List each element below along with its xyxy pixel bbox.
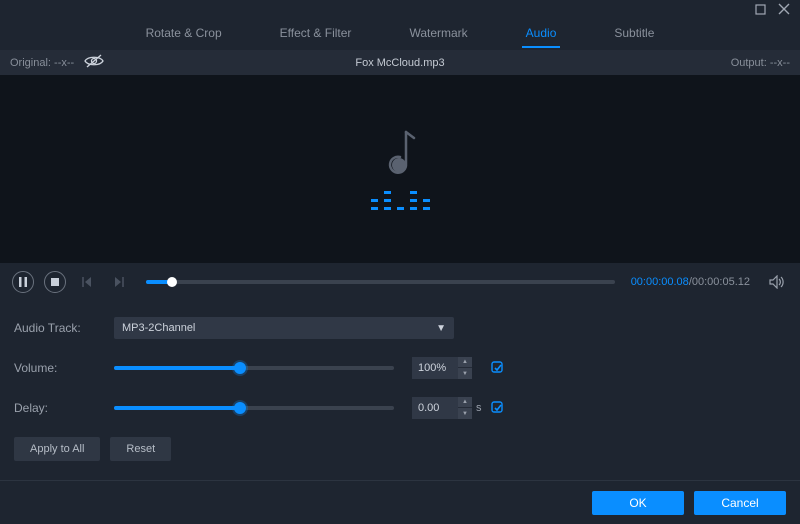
info-bar: Original: --x-- Fox McCloud.mp3 Output: … bbox=[0, 50, 800, 75]
audio-controls: Audio Track: MP3-2Channel ▼ Volume: 100%… bbox=[0, 301, 800, 471]
delay-up-button[interactable]: ▲ bbox=[458, 397, 472, 408]
music-placeholder-icon bbox=[371, 128, 430, 210]
audiotrack-select[interactable]: MP3-2Channel ▼ bbox=[114, 317, 454, 339]
delay-reset-icon[interactable] bbox=[490, 400, 506, 416]
volume-slider[interactable] bbox=[114, 366, 394, 370]
timecode: 00:00:00.08/00:00:05.12 bbox=[631, 276, 750, 288]
audiotrack-value: MP3-2Channel bbox=[122, 322, 195, 334]
volume-up-button[interactable]: ▲ bbox=[458, 357, 472, 368]
volume-value: 100% bbox=[412, 362, 458, 374]
transport-bar: 00:00:00.08/00:00:05.12 bbox=[0, 263, 800, 301]
cancel-button[interactable]: Cancel bbox=[694, 491, 786, 515]
titlebar bbox=[0, 0, 800, 18]
maximize-button[interactable] bbox=[755, 4, 766, 15]
tab-effect-filter[interactable]: Effect & Filter bbox=[276, 20, 356, 48]
tab-bar: Rotate & Crop Effect & Filter Watermark … bbox=[0, 18, 800, 50]
pause-button[interactable] bbox=[12, 271, 34, 293]
original-label: Original: --x-- bbox=[10, 57, 74, 69]
progress-slider[interactable] bbox=[146, 280, 615, 284]
reset-button[interactable]: Reset bbox=[110, 437, 171, 461]
delay-value: 0.00 bbox=[412, 402, 458, 414]
output-label: Output: --x-- bbox=[731, 57, 790, 69]
ok-button[interactable]: OK bbox=[592, 491, 684, 515]
preview-toggle-icon[interactable] bbox=[84, 54, 104, 71]
apply-to-all-button[interactable]: Apply to All bbox=[14, 437, 100, 461]
preview-area bbox=[0, 75, 800, 263]
footer: OK Cancel bbox=[0, 480, 800, 524]
close-button[interactable] bbox=[778, 3, 790, 15]
delay-down-button[interactable]: ▼ bbox=[458, 408, 472, 419]
delay-unit: s bbox=[476, 402, 484, 414]
tab-audio[interactable]: Audio bbox=[522, 20, 561, 48]
volume-label: Volume: bbox=[14, 361, 114, 375]
volume-reset-icon[interactable] bbox=[490, 360, 506, 376]
delay-label: Delay: bbox=[14, 401, 114, 415]
filename-label: Fox McCloud.mp3 bbox=[355, 57, 444, 69]
tab-subtitle[interactable]: Subtitle bbox=[610, 20, 658, 48]
delay-slider[interactable] bbox=[114, 406, 394, 410]
delay-spinbox[interactable]: 0.00 ▲▼ bbox=[412, 397, 472, 419]
stop-button[interactable] bbox=[44, 271, 66, 293]
volume-spinbox[interactable]: 100% ▲▼ bbox=[412, 357, 472, 379]
volume-icon[interactable] bbox=[766, 271, 788, 293]
audiotrack-label: Audio Track: bbox=[14, 321, 114, 335]
volume-down-button[interactable]: ▼ bbox=[458, 368, 472, 379]
prev-button[interactable] bbox=[76, 271, 98, 293]
tab-watermark[interactable]: Watermark bbox=[405, 20, 471, 48]
chevron-down-icon: ▼ bbox=[436, 323, 446, 334]
tab-rotate-crop[interactable]: Rotate & Crop bbox=[142, 20, 226, 48]
equalizer-icon bbox=[371, 192, 430, 210]
next-button[interactable] bbox=[108, 271, 130, 293]
